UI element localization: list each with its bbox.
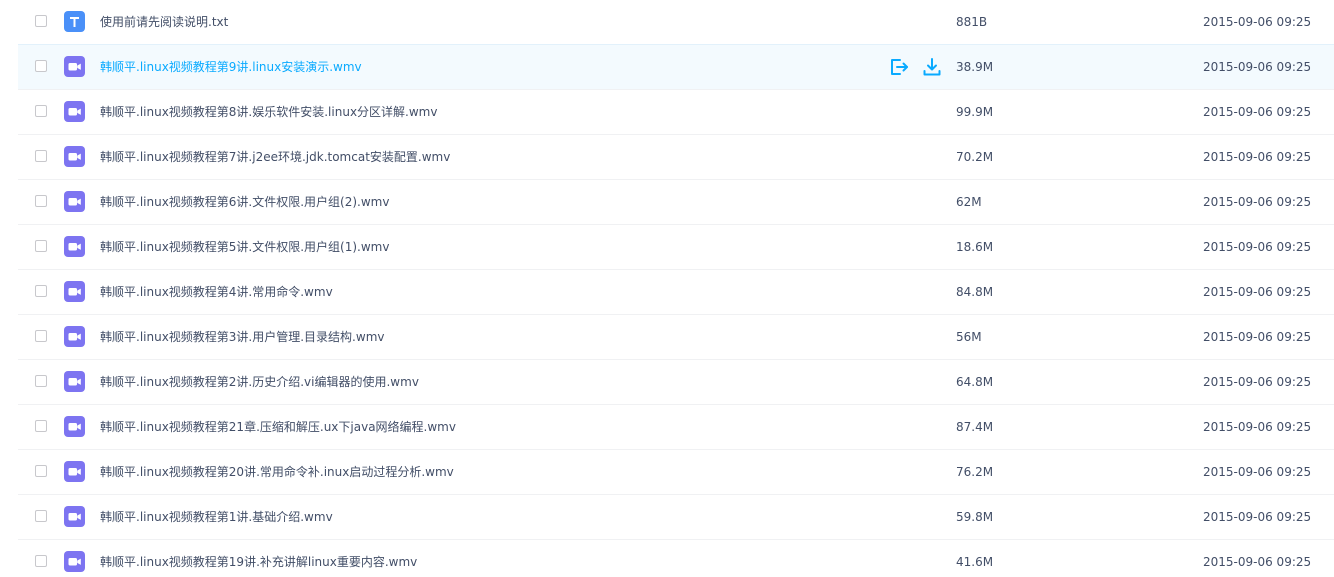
file-name[interactable]: 韩顺平.linux视频教程第3讲.用户管理.目录结构.wmv xyxy=(100,315,384,359)
row-actions xyxy=(889,57,945,77)
file-size: 38.9M xyxy=(956,60,994,74)
file-date: 2015-09-06 09:25 xyxy=(1203,195,1312,209)
video-file-icon xyxy=(64,191,85,212)
download-icon[interactable] xyxy=(922,57,942,77)
file-date: 2015-09-06 09:25 xyxy=(1203,105,1312,119)
row-checkbox[interactable] xyxy=(35,330,47,342)
file-size: 64.8M xyxy=(956,375,994,389)
file-date: 2015-09-06 09:25 xyxy=(1203,330,1312,344)
video-file-icon xyxy=(64,551,85,572)
file-date: 2015-09-06 09:25 xyxy=(1203,465,1312,479)
file-row[interactable]: 韩顺平.linux视频教程第2讲.历史介绍.vi编辑器的使用.wmv 64.8M 2… xyxy=(0,360,1334,405)
video-file-icon xyxy=(64,56,85,77)
file-name[interactable]: 韩顺平.linux视频教程第7讲.j2ee环境.jdk.tomcat安装配置.w… xyxy=(100,135,450,179)
file-name[interactable]: 韩顺平.linux视频教程第19讲.补充讲解linux重要内容.wmv xyxy=(100,540,417,577)
row-checkbox[interactable] xyxy=(35,465,47,477)
file-date: 2015-09-06 09:25 xyxy=(1203,510,1312,524)
file-date: 2015-09-06 09:25 xyxy=(1203,555,1312,569)
file-row[interactable]: 韩顺平.linux视频教程第3讲.用户管理.目录结构.wmv 56M 2015-09… xyxy=(0,315,1334,360)
file-row[interactable]: 韩顺平.linux视频教程第7讲.j2ee环境.jdk.tomcat安装配置.w… xyxy=(0,135,1334,180)
file-row[interactable]: 使用前请先阅读说明.txt 881B 2015-09-06 09:25 xyxy=(0,0,1334,45)
file-row[interactable]: 韩顺平.linux视频教程第8讲.娱乐软件安装.linux分区详解.wmv 99.… xyxy=(0,90,1334,135)
file-row[interactable]: 韩顺平.linux视频教程第19讲.补充讲解linux重要内容.wmv 41.6M… xyxy=(0,540,1334,577)
file-row[interactable]: 韩顺平.linux视频教程第20讲.常用命令补.inux启动过程分析.wmv 76… xyxy=(0,450,1334,495)
row-checkbox[interactable] xyxy=(35,240,47,252)
file-date: 2015-09-06 09:25 xyxy=(1203,15,1312,29)
file-size: 18.6M xyxy=(956,240,994,254)
video-file-icon xyxy=(64,236,85,257)
file-size: 99.9M xyxy=(956,105,994,119)
video-file-icon xyxy=(64,281,85,302)
file-row[interactable]: 韩顺平.linux视频教程第21章.压缩和解压.ux下java网络编程.wmv 8… xyxy=(0,405,1334,450)
file-name[interactable]: 韩顺平.linux视频教程第21章.压缩和解压.ux下java网络编程.wmv xyxy=(100,405,456,449)
file-name[interactable]: 使用前请先阅读说明.txt xyxy=(100,0,228,44)
file-size: 59.8M xyxy=(956,510,994,524)
file-size: 62M xyxy=(956,195,982,209)
file-name[interactable]: 韩顺平.linux视频教程第20讲.常用命令补.inux启动过程分析.wmv xyxy=(100,450,454,494)
file-row[interactable]: 韩顺平.linux视频教程第6讲.文件权限.用户组(2).wmv 62M 2015-… xyxy=(0,180,1334,225)
file-name[interactable]: 韩顺平.linux视频教程第5讲.文件权限.用户组(1).wmv xyxy=(100,225,389,269)
video-file-icon xyxy=(64,506,85,527)
video-file-icon xyxy=(64,101,85,122)
file-name[interactable]: 韩顺平.linux视频教程第6讲.文件权限.用户组(2).wmv xyxy=(100,180,389,224)
video-file-icon xyxy=(64,326,85,347)
row-checkbox[interactable] xyxy=(35,285,47,297)
file-size: 84.8M xyxy=(956,285,994,299)
row-checkbox[interactable] xyxy=(35,420,47,432)
file-name[interactable]: 韩顺平.linux视频教程第4讲.常用命令.wmv xyxy=(100,270,333,314)
text-file-icon xyxy=(64,11,85,32)
file-size: 76.2M xyxy=(956,465,994,479)
file-size: 881B xyxy=(956,15,988,29)
row-checkbox[interactable] xyxy=(35,15,47,27)
file-date: 2015-09-06 09:25 xyxy=(1203,285,1312,299)
file-date: 2015-09-06 09:25 xyxy=(1203,240,1312,254)
file-row[interactable]: 韩顺平.linux视频教程第5讲.文件权限.用户组(1).wmv 18.6M 201… xyxy=(0,225,1334,270)
file-date: 2015-09-06 09:25 xyxy=(1203,420,1312,434)
video-file-icon xyxy=(64,461,85,482)
file-size: 70.2M xyxy=(956,150,994,164)
file-row[interactable]: 韩顺平.linux视频教程第4讲.常用命令.wmv 84.8M 2015-09-06… xyxy=(0,270,1334,315)
file-name[interactable]: 韩顺平.linux视频教程第2讲.历史介绍.vi编辑器的使用.wmv xyxy=(100,360,419,404)
file-date: 2015-09-06 09:25 xyxy=(1203,375,1312,389)
video-file-icon xyxy=(64,416,85,437)
file-list: 使用前请先阅读说明.txt 881B 2015-09-06 09:25 韩顺平.lin… xyxy=(0,0,1334,577)
file-row[interactable]: 韩顺平.linux视频教程第1讲.基础介绍.wmv 59.8M 2015-09-06… xyxy=(0,495,1334,540)
file-size: 56M xyxy=(956,330,982,344)
file-name[interactable]: 韩顺平.linux视频教程第1讲.基础介绍.wmv xyxy=(100,495,333,539)
file-name[interactable]: 韩顺平.linux视频教程第9讲.linux安装演示.wmv xyxy=(100,45,362,89)
share-icon[interactable] xyxy=(889,57,909,77)
file-size: 87.4M xyxy=(956,420,994,434)
row-checkbox[interactable] xyxy=(35,510,47,522)
row-checkbox[interactable] xyxy=(35,555,47,567)
video-file-icon xyxy=(64,371,85,392)
row-checkbox[interactable] xyxy=(35,195,47,207)
file-row[interactable]: 韩顺平.linux视频教程第9讲.linux安装演示.wmv 38.9M 2015-… xyxy=(0,44,1334,90)
row-checkbox[interactable] xyxy=(35,150,47,162)
file-date: 2015-09-06 09:25 xyxy=(1203,150,1312,164)
row-checkbox[interactable] xyxy=(35,60,47,72)
file-name[interactable]: 韩顺平.linux视频教程第8讲.娱乐软件安装.linux分区详解.wmv xyxy=(100,90,437,134)
row-checkbox[interactable] xyxy=(35,375,47,387)
file-size: 41.6M xyxy=(956,555,994,569)
row-checkbox[interactable] xyxy=(35,105,47,117)
file-date: 2015-09-06 09:25 xyxy=(1203,60,1312,74)
video-file-icon xyxy=(64,146,85,167)
